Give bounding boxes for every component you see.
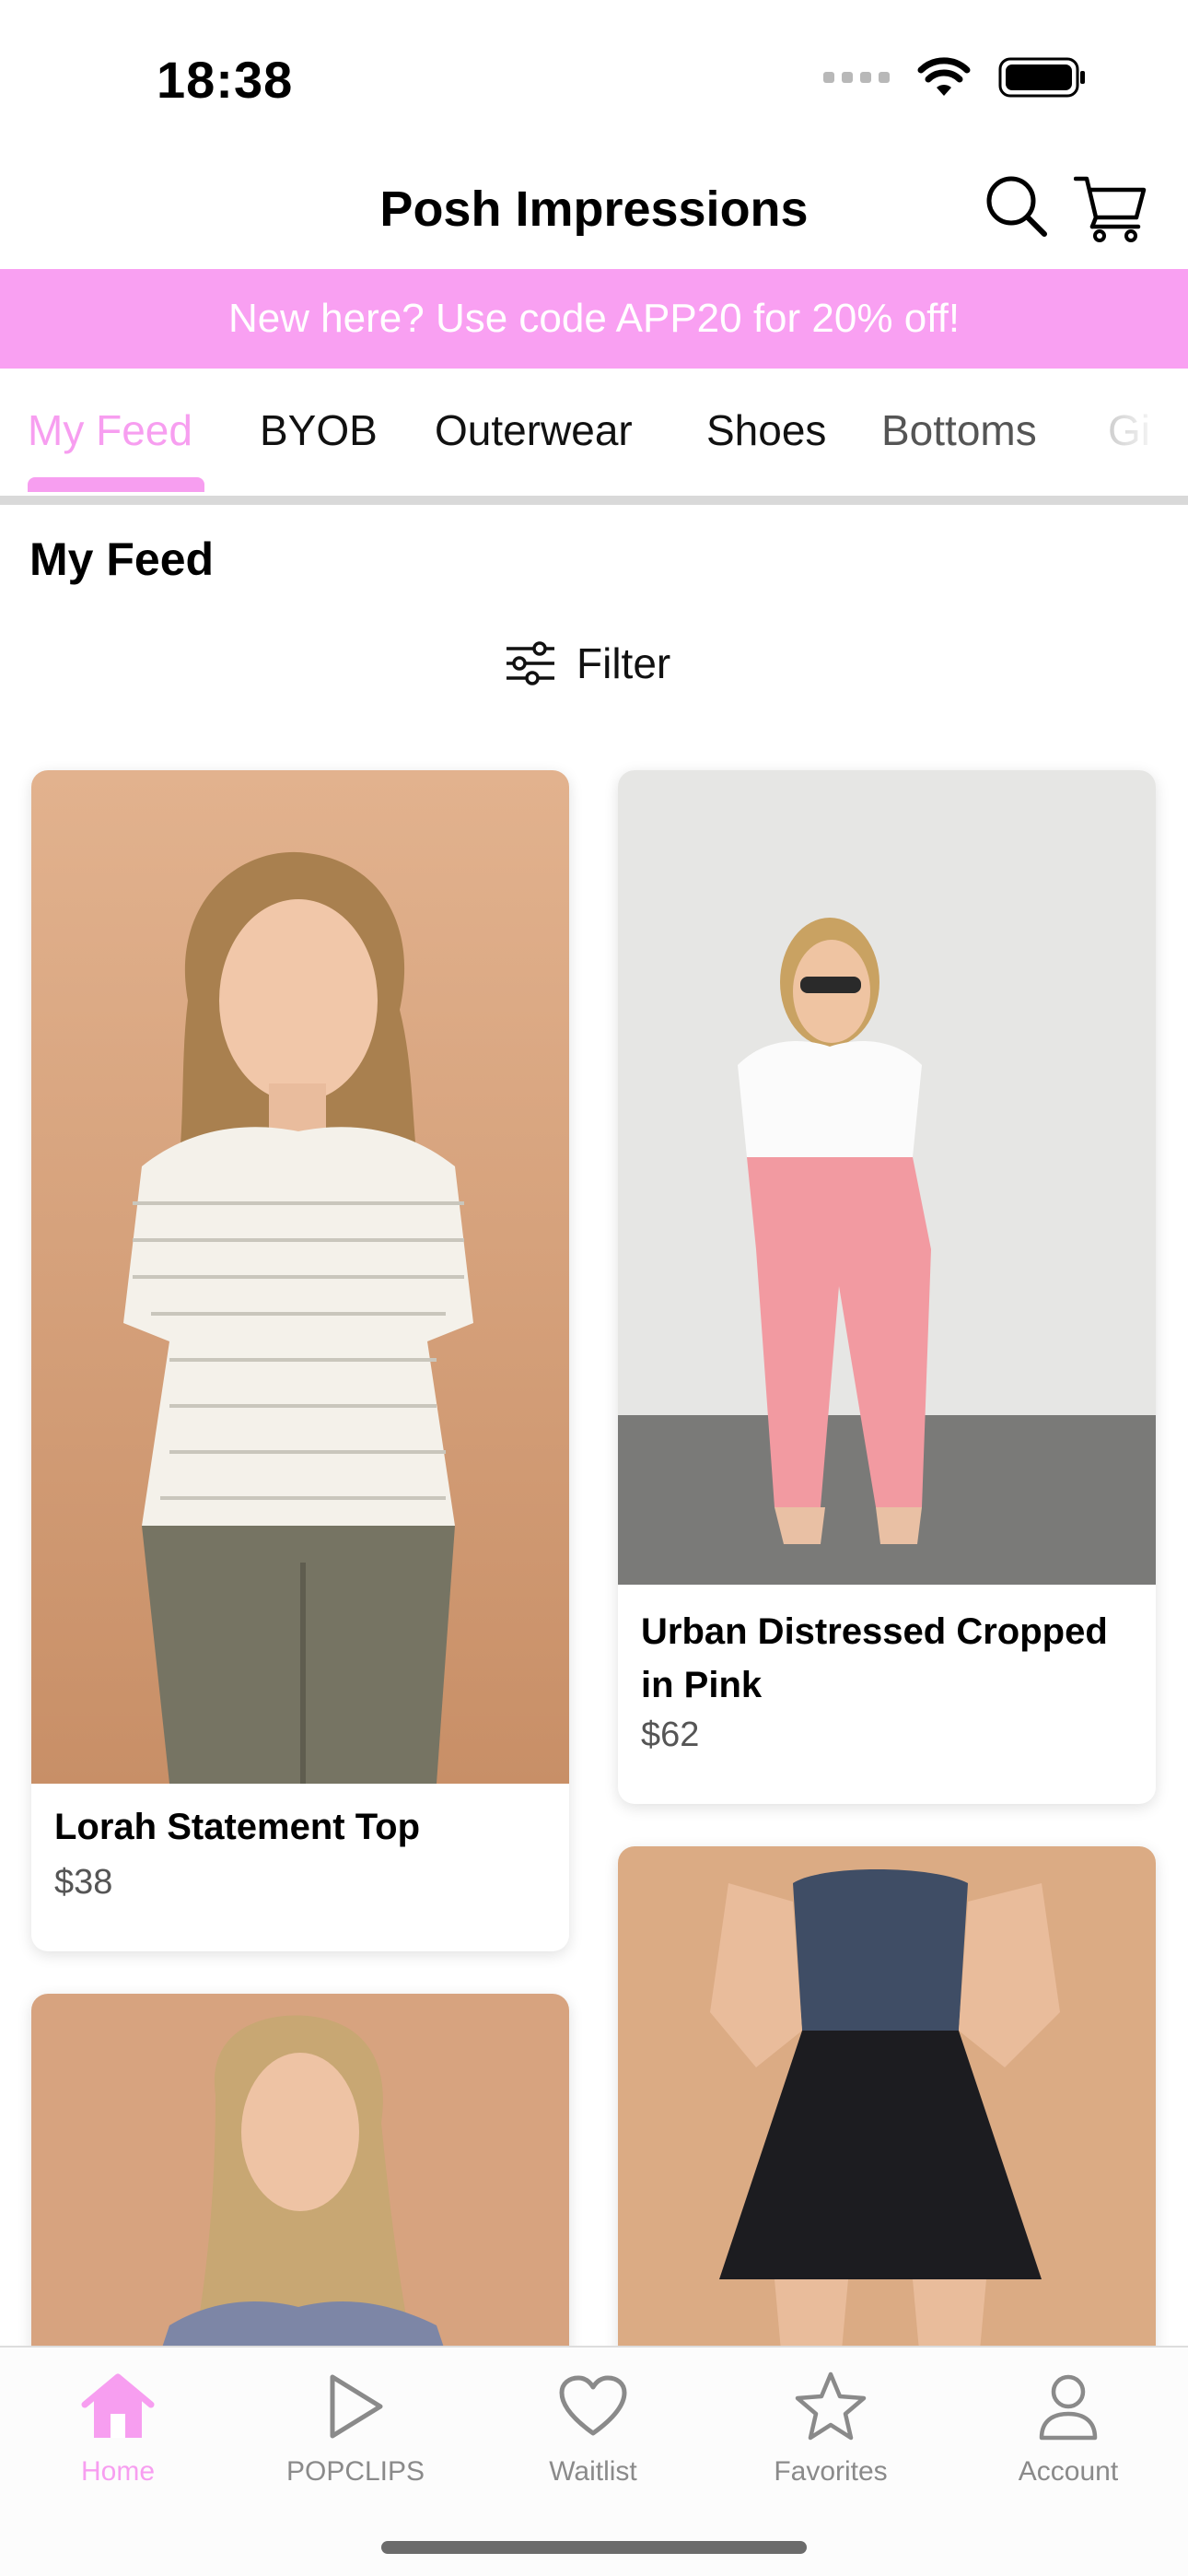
tab-bar-label: POPCLIPS — [285, 2456, 425, 2487]
product-card[interactable] — [618, 1846, 1156, 2381]
tab-shoes[interactable]: Shoes — [706, 405, 826, 455]
active-tab-indicator — [28, 477, 204, 492]
tab-bottoms[interactable]: Bottoms — [881, 405, 1037, 455]
product-price: $62 — [641, 1715, 700, 1754]
app-header: Posh Impressions — [0, 147, 1188, 269]
tab-bar-home[interactable]: Home — [26, 2364, 210, 2488]
tab-outerwear[interactable]: Outerwear — [435, 405, 633, 455]
product-image[interactable] — [31, 1994, 569, 2381]
product-price: $38 — [54, 1863, 113, 1902]
search-icon[interactable] — [984, 173, 1050, 240]
status-time: 18:38 — [157, 51, 294, 109]
sliders-icon — [507, 641, 554, 685]
category-tabs: My Feed BYOB Outerwear Shoes Bottoms Gi — [0, 369, 1188, 505]
product-image[interactable] — [618, 1846, 1156, 2381]
tabs-fade — [1087, 369, 1188, 496]
product-name[interactable]: Urban Distressed Cropped in Pink — [641, 1605, 1133, 1712]
person-icon — [1039, 2374, 1098, 2441]
heart-icon — [559, 2375, 627, 2436]
tab-bar-favorites[interactable]: Favorites — [739, 2364, 923, 2488]
star-icon — [795, 2371, 867, 2441]
tab-bar-waitlist[interactable]: Waitlist — [501, 2364, 685, 2488]
home-indicator[interactable] — [381, 2541, 807, 2554]
product-card[interactable] — [31, 1994, 569, 2381]
tab-bar-label: Home — [80, 2456, 156, 2487]
tab-byob[interactable]: BYOB — [260, 405, 378, 455]
product-image[interactable] — [31, 770, 569, 1784]
promo-text: New here? Use code APP20 for 20% off! — [227, 296, 961, 341]
product-card[interactable]: Lorah Statement Top $38 — [31, 770, 569, 1951]
product-name[interactable]: Lorah Statement Top — [54, 1800, 546, 1854]
tab-bar-label: Waitlist — [549, 2456, 637, 2487]
status-icons — [823, 57, 1087, 98]
signal-icon — [823, 72, 890, 83]
product-card[interactable]: Urban Distressed Cropped in Pink $62 — [618, 770, 1156, 1804]
cart-icon[interactable] — [1074, 173, 1147, 243]
play-icon — [330, 2374, 383, 2439]
wifi-icon — [917, 57, 971, 96]
tab-my-feed[interactable]: My Feed — [28, 405, 192, 455]
status-bar: 18:38 — [0, 0, 1188, 147]
battery-icon — [998, 57, 1085, 98]
filter-button[interactable]: Filter — [505, 634, 670, 693]
filter-label: Filter — [577, 639, 671, 687]
section-title: My Feed — [29, 533, 215, 585]
product-image[interactable] — [618, 770, 1156, 1585]
home-icon — [81, 2373, 155, 2438]
tab-bar-label: Account — [1018, 2456, 1119, 2487]
tab-bar-popclips[interactable]: POPCLIPS — [263, 2364, 448, 2488]
tab-bar-label: Favorites — [774, 2456, 888, 2487]
promo-banner[interactable]: New here? Use code APP20 for 20% off! — [0, 269, 1188, 369]
tab-bar-account[interactable]: Account — [976, 2364, 1160, 2488]
